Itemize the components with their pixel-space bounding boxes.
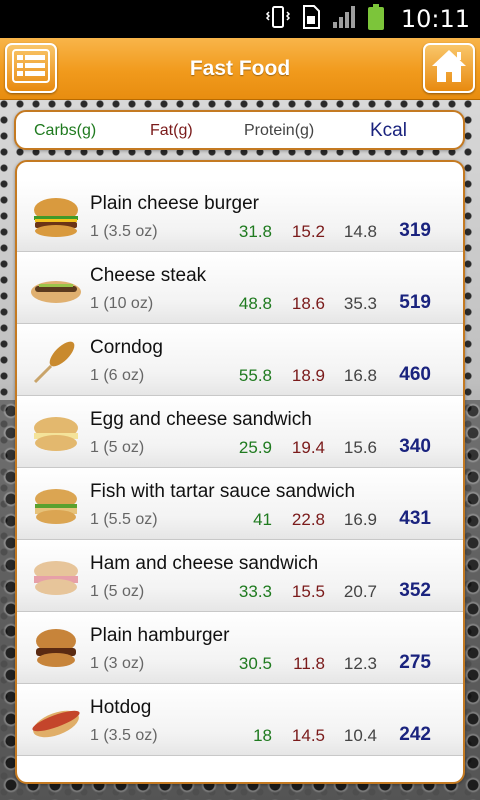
food-name: Egg and cheese sandwich: [90, 409, 312, 430]
battery-icon: [367, 3, 385, 36]
food-fat: 15.2: [291, 222, 325, 241]
list-item[interactable]: Fish with tartar sauce sandwich 1 (5.5 o…: [17, 468, 463, 540]
food-serving: 1 (3.5 oz): [90, 223, 158, 240]
menu-button[interactable]: [5, 43, 57, 93]
column-header-bar: Carbs(g) Fat(g) Protein(g) Kcal: [14, 110, 465, 150]
food-protein: 10.4: [343, 726, 377, 745]
home-icon: [430, 48, 468, 89]
column-protein[interactable]: Protein(g): [244, 112, 314, 150]
food-name: Hotdog: [90, 697, 152, 718]
food-protein: 35.3: [343, 294, 377, 313]
fish-sandwich-icon: [29, 478, 83, 532]
food-name: Fish with tartar sauce sandwich: [90, 481, 356, 502]
food-serving: 1 (5 oz): [90, 439, 145, 456]
list-item[interactable]: Corndog 1 (6 oz) 55.8 18.9 16.8 460: [17, 324, 463, 396]
app-header: Fast Food: [0, 38, 480, 100]
food-serving: 1 (3.5 oz): [90, 727, 158, 744]
food-name: Plain hamburger: [90, 625, 230, 646]
food-protein: 16.8: [343, 366, 377, 385]
food-kcal: 431: [399, 508, 431, 529]
food-list[interactable]: Plain cheese burger 1 (3.5 oz) 31.8 15.2…: [15, 160, 465, 784]
food-serving: 1 (10 oz): [90, 295, 154, 312]
food-fat: 19.4: [291, 438, 325, 457]
food-fat: 11.8: [293, 654, 325, 673]
food-fat: 18.9: [291, 366, 325, 385]
food-kcal: 519: [399, 292, 431, 313]
food-kcal: 242: [399, 724, 431, 745]
list-item[interactable]: Plain cheese burger 1 (3.5 oz) 31.8 15.2…: [17, 180, 463, 252]
food-serving: 1 (6 oz): [90, 367, 145, 384]
food-kcal: 275: [399, 652, 431, 673]
page-title: Fast Food: [189, 57, 291, 80]
list-item[interactable]: Plain hamburger 1 (3 oz) 30.5 11.8 12.3 …: [17, 612, 463, 684]
food-carbs: 48.8: [238, 294, 272, 313]
food-protein: 12.3: [343, 654, 377, 673]
food-fat: 14.5: [291, 726, 325, 745]
food-carbs: 18: [253, 726, 272, 745]
ham-sandwich-icon: [29, 550, 83, 604]
food-protein: 14.8: [343, 222, 377, 241]
food-carbs: 25.9: [238, 438, 272, 457]
food-kcal: 352: [399, 580, 431, 601]
column-kcal[interactable]: Kcal: [370, 112, 407, 150]
vibrate-icon: [265, 4, 291, 35]
hamburger-icon: [29, 622, 83, 676]
corndog-icon: [29, 334, 83, 388]
food-name: Corndog: [90, 337, 163, 358]
food-name: Ham and cheese sandwich: [90, 553, 319, 574]
food-fat: 22.8: [291, 510, 325, 529]
list-item[interactable]: Hotdog 1 (3.5 oz) 18 14.5 10.4 242: [17, 684, 463, 756]
column-fat[interactable]: Fat(g): [150, 112, 193, 150]
status-bar: 10:11: [0, 0, 480, 38]
food-protein: 16.9: [343, 510, 377, 529]
egg-sandwich-icon: [29, 406, 83, 460]
food-carbs: 41: [253, 510, 272, 529]
food-name: Cheese steak: [90, 265, 207, 286]
column-carbs[interactable]: Carbs(g): [34, 112, 96, 150]
list-item[interactable]: Cheese steak 1 (10 oz) 48.8 18.6 35.3 51…: [17, 252, 463, 324]
list-icon: [12, 48, 50, 88]
hotdog-icon: [29, 694, 83, 748]
food-name: Plain cheese burger: [90, 193, 259, 214]
food-protein: 20.7: [343, 582, 377, 601]
cheesesteak-icon: [29, 262, 83, 316]
food-serving: 1 (5.5 oz): [90, 511, 158, 528]
food-carbs: 33.3: [238, 582, 272, 601]
food-kcal: 460: [399, 364, 431, 385]
food-kcal: 319: [399, 220, 431, 241]
food-carbs: 31.8: [238, 222, 272, 241]
list-item[interactable]: Egg and cheese sandwich 1 (5 oz) 25.9 19…: [17, 396, 463, 468]
food-carbs: 30.5: [238, 654, 272, 673]
cheeseburger-icon: [29, 190, 83, 244]
list-item[interactable]: Ham and cheese sandwich 1 (5 oz) 33.3 15…: [17, 540, 463, 612]
signal-icon: [331, 4, 357, 35]
home-button[interactable]: [423, 43, 475, 93]
food-carbs: 55.8: [238, 366, 272, 385]
food-serving: 1 (5 oz): [90, 583, 145, 600]
food-fat: 18.6: [291, 294, 325, 313]
food-fat: 15.5: [291, 582, 325, 601]
food-kcal: 340: [399, 436, 431, 457]
food-serving: 1 (3 oz): [90, 655, 145, 672]
sim-icon: [301, 4, 321, 35]
status-time: 10:11: [400, 5, 470, 33]
food-protein: 15.6: [343, 438, 377, 457]
